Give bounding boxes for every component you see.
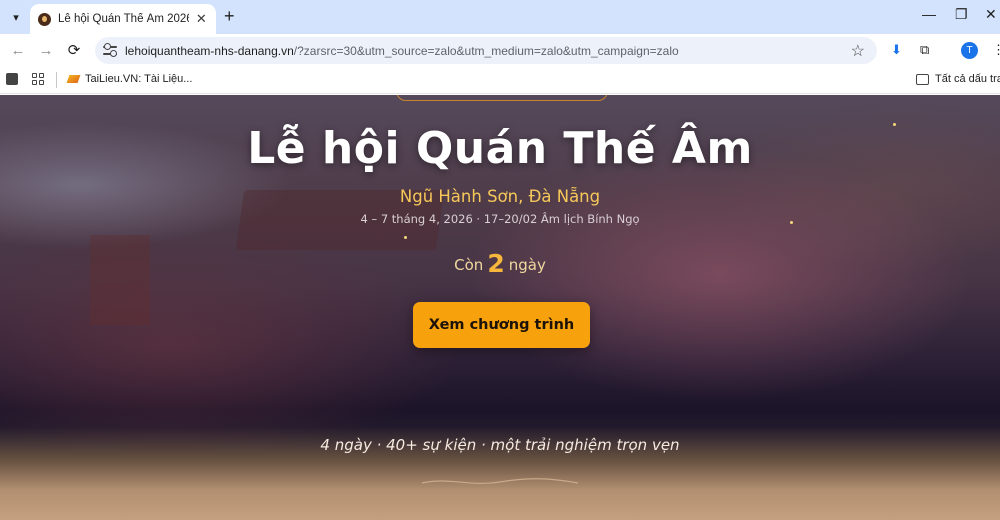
menu-icon[interactable]: ⋮ [992, 42, 1000, 58]
apps-icon[interactable] [6, 73, 18, 85]
countdown-prefix: Còn [454, 256, 484, 274]
reload-button[interactable]: ⟳ [64, 40, 84, 60]
hero-title: Lễ hội Quán Thế Âm [247, 123, 753, 174]
minimize-button[interactable]: — [922, 6, 936, 22]
restore-button[interactable]: ❐ [955, 6, 968, 23]
countdown: Còn 2 ngày [0, 247, 1000, 278]
extensions-icon[interactable]: ⧉ [920, 42, 929, 58]
url-text[interactable]: lehoiquantheam-nhs-danang.vn/?zarsrc=30&… [125, 44, 679, 58]
browser-toolbar: ← → ⟳ lehoiquantheam-nhs-danang.vn/?zars… [0, 34, 1000, 66]
hero-dates: 4 – 7 tháng 4, 2026 · 17–20/02 Âm lịch B… [360, 212, 640, 226]
decorative-wave [421, 478, 579, 485]
grid-icon[interactable] [32, 73, 44, 85]
tagline: 4 ngày · 40+ sự kiện · một trải nghiệm t… [320, 436, 680, 454]
bookmark-label: TaiLieu.VN: Tài Liệu... [85, 73, 193, 85]
address-bar[interactable]: lehoiquantheam-nhs-danang.vn/?zarsrc=30&… [95, 37, 877, 64]
decorative-pill [396, 95, 608, 101]
new-tab-button[interactable]: + [224, 6, 235, 27]
back-button[interactable]: ← [8, 40, 28, 60]
close-window-button[interactable]: ✕ [985, 6, 997, 23]
bookmarks-separator [56, 72, 57, 88]
site-info-icon[interactable] [103, 43, 119, 57]
sparkle-icon [404, 236, 407, 239]
hero-location: Ngũ Hành Sơn, Đà Nẵng [399, 187, 601, 206]
tailieu-icon [66, 75, 81, 83]
tab-title: Lễ hội Quán Thế Âm 2026 | Lịch [58, 13, 189, 25]
view-program-button[interactable]: Xem chương trình [413, 302, 590, 348]
tab-close-icon[interactable]: ✕ [195, 11, 208, 27]
forward-button[interactable]: → [36, 40, 56, 60]
folder-icon[interactable] [916, 74, 929, 85]
profile-avatar[interactable]: T [961, 42, 978, 59]
page-viewport: Lễ hội Quán Thế Âm Ngũ Hành Sơn, Đà Nẵng… [0, 95, 1000, 520]
download-icon[interactable]: ⬇ [891, 42, 902, 58]
countdown-number: 2 [487, 249, 505, 278]
countdown-suffix: ngày [508, 256, 546, 274]
all-bookmarks-label[interactable]: Tất cả dấu trang [935, 73, 1000, 85]
bookmarks-bar: TaiLieu.VN: Tài Liệu... Tất cả dấu trang [0, 66, 1000, 94]
favicon-icon [38, 12, 51, 26]
tab-strip: ▾ Lễ hội Quán Thế Âm 2026 | Lịch ✕ + — ❐… [0, 0, 1000, 34]
bookmark-item[interactable]: TaiLieu.VN: Tài Liệu... [66, 73, 193, 85]
bookmark-star-icon[interactable]: ☆ [851, 41, 865, 61]
browser-tab[interactable]: Lễ hội Quán Thế Âm 2026 | Lịch ✕ [30, 4, 216, 34]
tab-search-icon[interactable]: ▾ [5, 7, 27, 27]
